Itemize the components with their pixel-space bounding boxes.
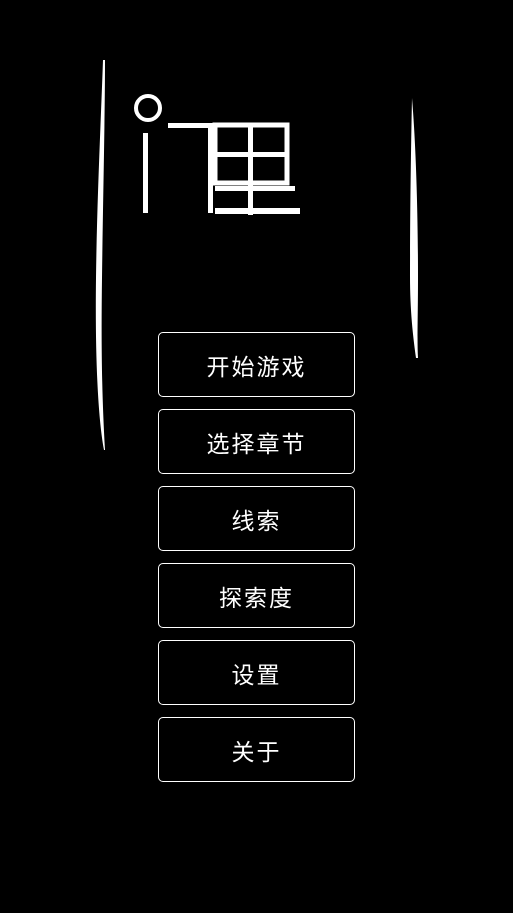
start-game-button[interactable]: 开始游戏	[158, 332, 355, 397]
game-logo-icon	[134, 94, 300, 215]
settings-button[interactable]: 设置	[158, 640, 355, 705]
about-button[interactable]: 关于	[158, 717, 355, 782]
logo-grid-vertical	[248, 125, 253, 215]
logo-door-top	[168, 123, 213, 128]
logo-figure-head	[134, 94, 162, 122]
right-frame-line	[410, 98, 418, 358]
logo-grid-middle	[215, 152, 287, 157]
main-menu: 开始游戏 选择章节 线索 探索度 设置 关于	[158, 332, 355, 782]
select-chapter-button[interactable]: 选择章节	[158, 409, 355, 474]
exploration-button[interactable]: 探索度	[158, 563, 355, 628]
left-frame-line	[95, 60, 105, 450]
clues-button[interactable]: 线索	[158, 486, 355, 551]
logo-grid-lower	[215, 186, 295, 191]
logo-base-line	[215, 208, 300, 214]
logo-door-side	[208, 123, 213, 213]
logo-figure-body	[143, 133, 148, 213]
